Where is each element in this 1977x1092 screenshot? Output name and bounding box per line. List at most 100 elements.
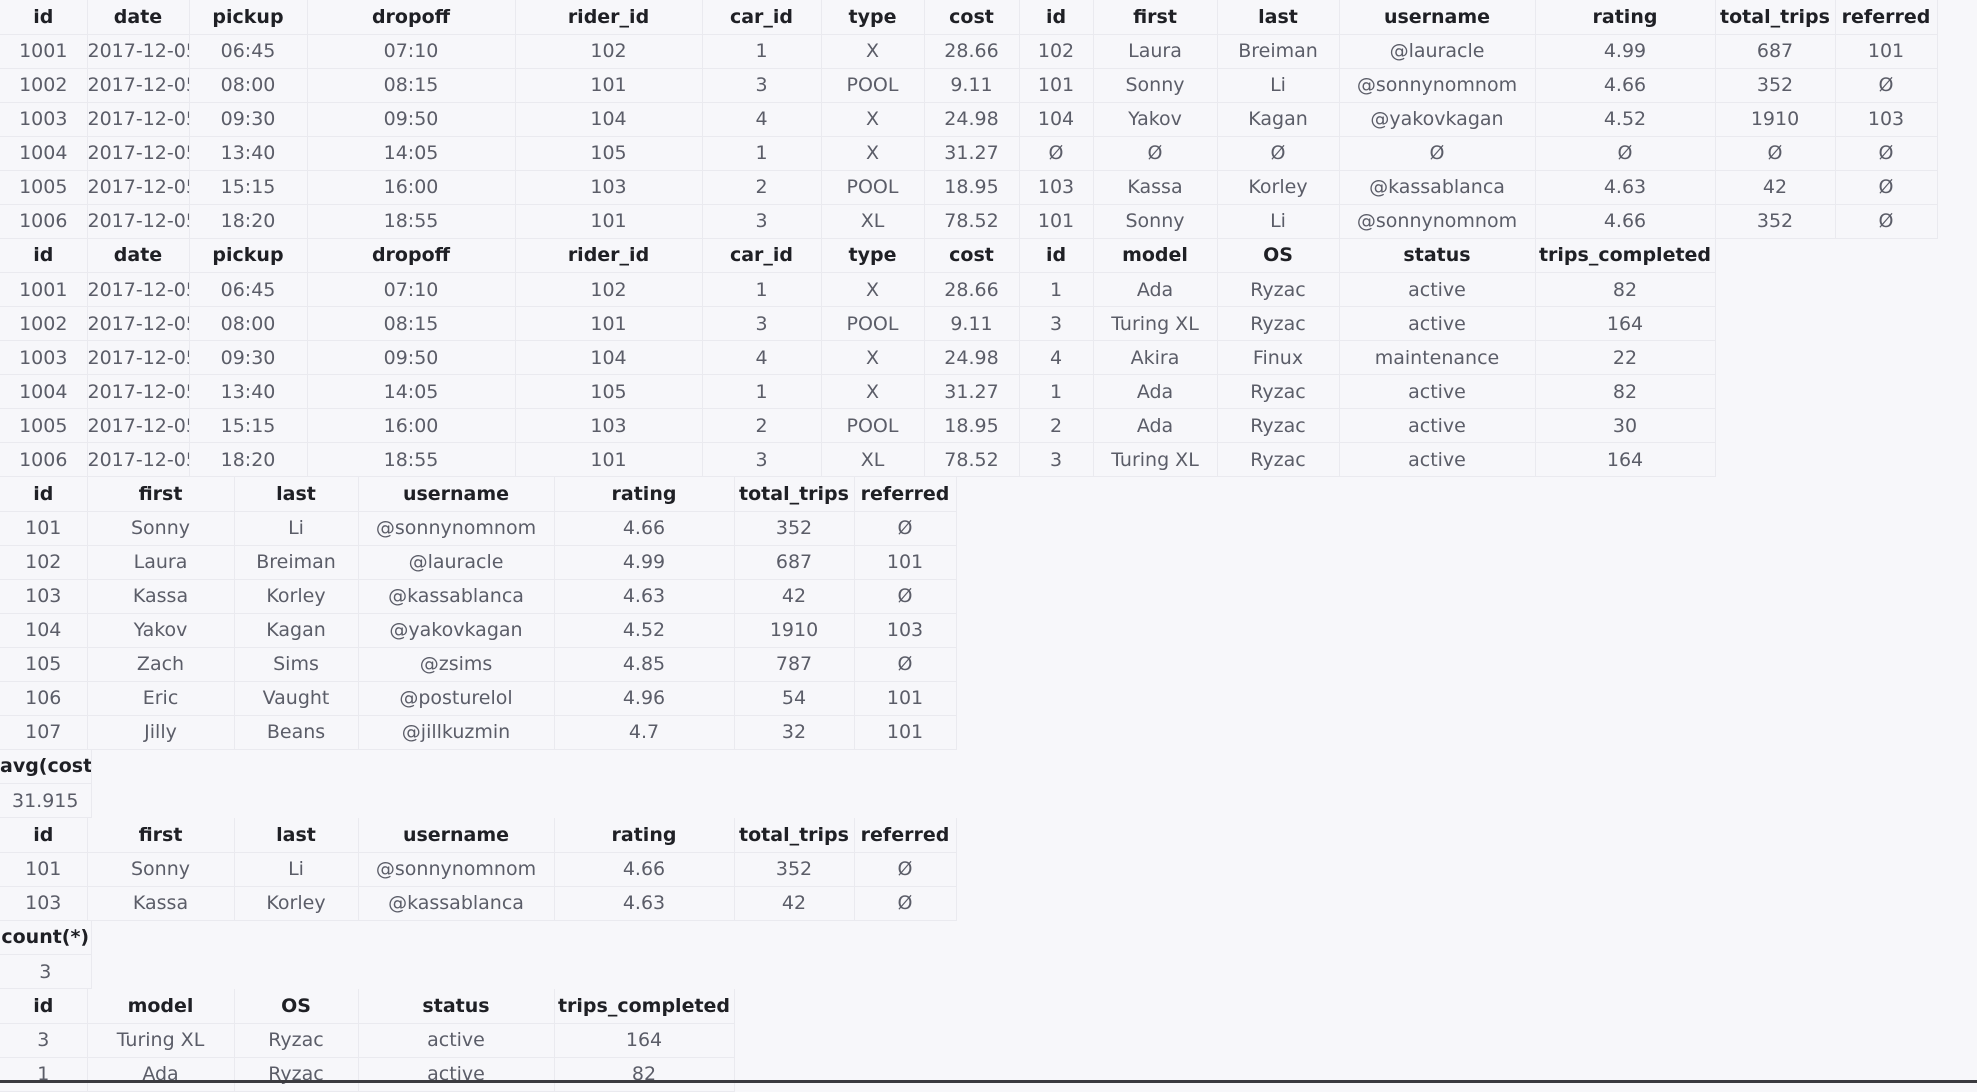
table-cell: 2: [702, 408, 822, 443]
table-cell: 3: [702, 442, 822, 477]
table-cell: 3: [702, 306, 822, 341]
table-cell: 164: [554, 1023, 735, 1058]
table-cell: Turing XL: [87, 1023, 235, 1058]
table-row: 1004 2017-12-05 13:40 14:05 105 1 X 31.27 Ø Ø Ø Ø Ø Ø…: [0, 136, 1938, 171]
table-cell: 3: [702, 68, 822, 103]
column-header: username: [1339, 0, 1536, 35]
column-header: OS: [1217, 238, 1340, 273]
riders-table-table: id first last username rating total_trips refe…: [0, 477, 957, 750]
table-cell: POOL: [821, 68, 925, 103]
avg-cost-result-table: avg(cost) 31.915: [0, 749, 92, 818]
table-cell: 102: [0, 545, 88, 580]
table-header-row: id model OS status trips_completed: [0, 989, 735, 1024]
table-row: 106 Eric Vaught @posturelol 4.96 54 101: [0, 681, 957, 716]
table-cell: Zach: [87, 647, 235, 682]
table-cell: Li: [1217, 204, 1340, 239]
table-cell: 164: [1535, 442, 1716, 477]
table-cell: 3: [702, 204, 822, 239]
column-header: car_id: [702, 238, 822, 273]
table-cell: X: [821, 272, 925, 307]
table-cell: X: [821, 136, 925, 171]
table-cell: Sonny: [87, 511, 235, 546]
table-cell: active: [1339, 374, 1536, 409]
table-cell: Ryzac: [1217, 408, 1340, 443]
table-cell: 107: [0, 715, 88, 750]
column-header: last: [234, 477, 359, 512]
table-cell: @sonnynomnom: [1339, 68, 1536, 103]
column-header: first: [87, 818, 235, 853]
table-cell: Breiman: [1217, 34, 1340, 69]
table-cell: 4.85: [554, 647, 735, 682]
table-row: 1002 2017-12-05 08:00 08:15 101 3 POOL 9.11 101 S…: [0, 68, 1938, 103]
count-result-table: count(*) 3: [0, 920, 92, 989]
table-cell: Li: [234, 852, 359, 887]
table-cell: 9.11: [924, 306, 1020, 341]
table-row: 1005 2017-12-05 15:15 16:00 103 2 POOL 18.95 2 Ad…: [0, 408, 1716, 443]
table-cell: 1910: [1715, 102, 1836, 137]
table-cell: Ø: [854, 579, 957, 614]
riders-filtered-table: id first last username rating total_trips refe…: [0, 818, 957, 921]
table-cell: 31.27: [924, 374, 1020, 409]
table-cell: Ø: [854, 852, 957, 887]
table-row: 1001 2017-12-05 06:45 07:10 102 1 X 28.66 102 Lau…: [0, 34, 1938, 69]
table-cell: 102: [515, 34, 703, 69]
table-cell: 1001: [0, 272, 88, 307]
table-cell: Finux: [1217, 340, 1340, 375]
table-row: 1 Ada Ryzac active 82: [0, 1057, 735, 1092]
table-cell: 3: [0, 1023, 88, 1058]
table-cell: 101: [0, 852, 88, 887]
table-cell: Ada: [1093, 374, 1218, 409]
table-cell: 1: [1019, 272, 1094, 307]
table-cell: 164: [1535, 306, 1716, 341]
table-cell: 2017-12-05: [87, 34, 190, 69]
column-header: first: [87, 477, 235, 512]
table-cell: 104: [515, 340, 703, 375]
column-header: username: [358, 477, 555, 512]
table-row: 1002 2017-12-05 08:00 08:15 101 3 POOL 9.11 3 Tur…: [0, 306, 1716, 341]
table-cell: 1006: [0, 204, 88, 239]
table-cell: 31.27: [924, 136, 1020, 171]
table-cell: 4.66: [554, 852, 735, 887]
table-cell: Ø: [1835, 68, 1938, 103]
table-cell: Kassa: [87, 886, 235, 921]
table-cell: 18:55: [307, 204, 516, 239]
table-cell: 18.95: [924, 170, 1020, 205]
table-cell: 08:00: [189, 68, 308, 103]
table-cell: 4.96: [554, 681, 735, 716]
table-row: 104 Yakov Kagan @yakovkagan 4.52 1910 103: [0, 613, 957, 648]
table-cell: 4.52: [554, 613, 735, 648]
table-cell: 4.66: [1535, 68, 1716, 103]
column-header: referred: [854, 477, 957, 512]
column-header: last: [1217, 0, 1340, 35]
table-cell: Beans: [234, 715, 359, 750]
column-header: id: [0, 238, 88, 273]
table-cell: 42: [734, 579, 855, 614]
table-cell: XL: [821, 204, 925, 239]
table-cell: Sonny: [87, 852, 235, 887]
table-cell: @sonnynomnom: [358, 852, 555, 887]
column-header: cost: [924, 238, 1020, 273]
table-cell: Yakov: [1093, 102, 1218, 137]
table-cell: POOL: [821, 170, 925, 205]
table-cell: 2017-12-05: [87, 68, 190, 103]
table-cell: 82: [1535, 272, 1716, 307]
column-header: pickup: [189, 238, 308, 273]
table-cell: Ryzac: [1217, 272, 1340, 307]
table-cell: @yakovkagan: [358, 613, 555, 648]
column-header: id: [0, 989, 88, 1024]
column-header: status: [1339, 238, 1536, 273]
table-cell: Ø: [1715, 136, 1836, 171]
column-header: total_trips: [734, 818, 855, 853]
table-cell: 2017-12-05: [87, 340, 190, 375]
table-cell: Korley: [234, 886, 359, 921]
table-cell: active: [1339, 306, 1536, 341]
table-cell: 1: [1019, 374, 1094, 409]
table-cell: Ada: [87, 1057, 235, 1092]
trips-riders-join-table: id date pickup dropoff rider_id car_id type cos…: [0, 0, 1938, 239]
table-cell: @kassablanca: [358, 886, 555, 921]
table-row: 3 Turing XL Ryzac active 164: [0, 1023, 735, 1058]
table-header-row: id first last username rating total_trips refe…: [0, 818, 957, 853]
table-cell: @kassablanca: [1339, 170, 1536, 205]
table-cell: 101: [1835, 34, 1938, 69]
table-cell: Ryzac: [1217, 442, 1340, 477]
